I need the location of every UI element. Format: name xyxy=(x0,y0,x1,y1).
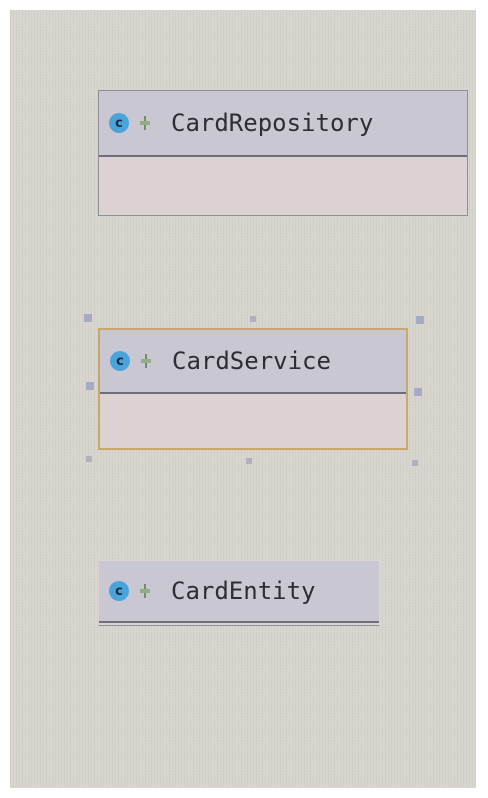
leaf-icon xyxy=(140,584,150,598)
class-node-cardrepository[interactable]: c CardRepository xyxy=(98,90,468,216)
resize-handle-top-right[interactable] xyxy=(416,316,424,324)
class-node-body xyxy=(99,157,467,213)
resize-handle-left[interactable] xyxy=(86,382,94,390)
class-node-header: c CardService xyxy=(100,330,406,394)
resize-handle-bottom[interactable] xyxy=(246,458,252,464)
resize-handle-top-left[interactable] xyxy=(84,314,92,322)
class-name: CardEntity xyxy=(171,577,316,605)
resize-handle-bottom-right[interactable] xyxy=(412,460,418,466)
resize-handle-bottom-left[interactable] xyxy=(86,456,92,462)
class-name: CardRepository xyxy=(171,109,374,137)
class-name: CardService xyxy=(172,347,331,375)
class-c-icon: c xyxy=(109,581,129,601)
class-node-header: c CardEntity xyxy=(99,561,379,623)
class-c-icon: c xyxy=(109,113,129,133)
class-node-body xyxy=(100,394,406,448)
leaf-icon xyxy=(140,116,150,130)
leaf-icon xyxy=(141,354,151,368)
diagram-canvas[interactable]: c CardRepository c CardService c CardEnt… xyxy=(10,10,476,788)
resize-handle-right[interactable] xyxy=(414,388,422,396)
class-c-icon: c xyxy=(110,351,130,371)
class-node-cardentity[interactable]: c CardEntity xyxy=(98,560,380,626)
resize-handle-top[interactable] xyxy=(250,316,256,322)
class-node-cardservice[interactable]: c CardService xyxy=(98,328,408,450)
class-node-header: c CardRepository xyxy=(99,91,467,157)
